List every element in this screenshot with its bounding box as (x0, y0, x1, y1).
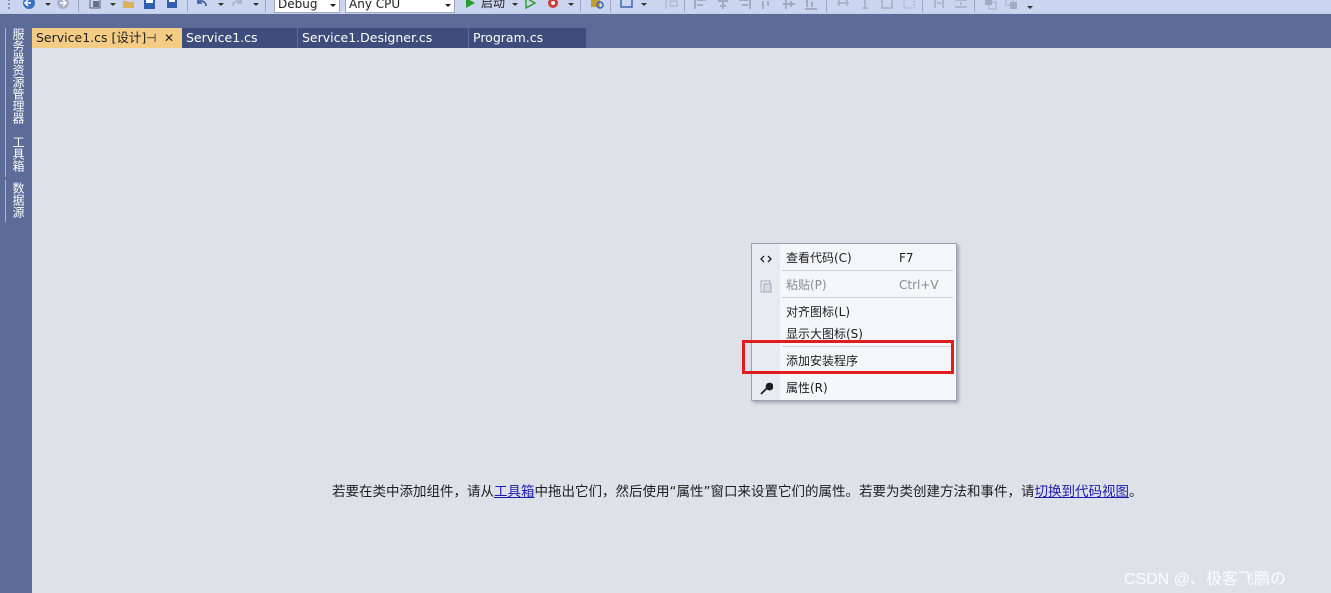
chevron-down-icon (330, 4, 336, 7)
hint-text: 中拖出它们，然后使用“属性”窗口来设置它们的属性。若要为类创建方法和事件，请 (534, 484, 1035, 500)
menu-item-shortcut: Ctrl+V (899, 278, 939, 292)
menu-item-properties[interactable]: 属性(R) (752, 377, 956, 399)
menu-item-label: 对齐图标(L) (786, 305, 851, 319)
chevron-down-icon (445, 4, 451, 7)
forward-icon[interactable] (56, 0, 70, 11)
new-project-dropdown-icon[interactable] (110, 3, 116, 6)
toolbar-separator (610, 0, 611, 12)
make-same-width-icon[interactable] (836, 0, 850, 11)
align-bottoms-icon[interactable] (804, 0, 818, 11)
layout-icon[interactable] (620, 0, 634, 11)
menu-band (0, 14, 1331, 28)
save-all-icon[interactable] (165, 0, 179, 11)
hint-text: 。 (1129, 484, 1143, 500)
start-icon[interactable] (464, 0, 478, 11)
vertical-spacing-icon[interactable] (954, 0, 968, 11)
toolbar-separator (922, 0, 923, 12)
undo-icon[interactable] (195, 0, 209, 11)
code-icon (759, 251, 773, 265)
make-same-size-icon[interactable] (880, 0, 894, 11)
align-to-grid-icon[interactable] (664, 0, 678, 11)
align-rights-icon[interactable] (738, 0, 752, 11)
back-dropdown-icon[interactable] (45, 3, 51, 6)
switch-to-code-view-link[interactable]: 切换到代码视图 (1035, 484, 1130, 500)
platform-select-value: Any CPU (349, 0, 401, 11)
context-menu: 查看代码(C) F7 粘贴(P) Ctrl+V 对齐图标(L) 显示大图标(S)… (751, 243, 957, 401)
save-icon[interactable] (143, 0, 157, 11)
hint-text: 若要在类中添加组件，请从 (332, 484, 494, 500)
tab-label: Service1.cs (186, 30, 258, 45)
tab-service1-design[interactable]: Service1.cs [设计] ⊣ ✕ (32, 28, 182, 48)
back-icon[interactable] (22, 0, 36, 11)
side-tab-data-sources[interactable]: 数据源 (6, 182, 25, 218)
tab-service1-designer-cs[interactable]: Service1.Designer.cs (298, 28, 469, 48)
document-tab-strip: Service1.cs [设计] ⊣ ✕ Service1.cs Service… (32, 28, 1331, 48)
close-icon[interactable]: ✕ (164, 28, 174, 48)
redo-dropdown-icon[interactable] (253, 3, 259, 6)
toolbar-separator (187, 0, 188, 12)
toolbar-separator (826, 0, 827, 12)
start-dropdown-icon[interactable] (512, 3, 518, 6)
designer-hint-text: 若要在类中添加组件，请从工具箱中拖出它们，然后使用“属性”窗口来设置它们的属性。… (332, 484, 1143, 501)
align-centers-icon[interactable] (716, 0, 730, 11)
menu-item-label: 属性(R) (786, 381, 828, 395)
record-icon[interactable] (546, 0, 560, 11)
size-to-grid-icon[interactable] (902, 0, 916, 11)
menu-separator (782, 270, 953, 271)
menu-item-label: 粘贴(P) (786, 278, 827, 292)
side-tab-toolbox[interactable]: 工具箱 (6, 136, 25, 172)
watermark: CSDN @、极客飞鹏の (1124, 571, 1287, 588)
record-dropdown-icon[interactable] (568, 3, 574, 6)
annotation-highlight-box (742, 340, 954, 374)
find-in-files-icon[interactable] (590, 0, 604, 11)
pin-icon[interactable]: ⊣ (146, 28, 156, 48)
toolbar-grip-icon (8, 0, 12, 11)
toolbar-separator (580, 0, 581, 12)
toolbar-overflow-icon[interactable] (1027, 6, 1033, 9)
redo-icon[interactable] (230, 0, 244, 11)
menu-item-label: 查看代码(C) (786, 251, 852, 265)
side-panel-strip: 服务器资源管理器 工具箱 数据源 (0, 14, 32, 593)
platform-select[interactable]: Any CPU (345, 0, 455, 13)
configuration-select[interactable]: Debug (274, 0, 340, 13)
make-same-height-icon[interactable] (858, 0, 872, 11)
toolbox-link[interactable]: 工具箱 (494, 484, 535, 500)
toolbar-separator (78, 0, 79, 12)
tab-label: Program.cs (473, 30, 544, 45)
paste-icon (759, 278, 773, 293)
align-lefts-icon[interactable] (694, 0, 708, 11)
side-tab-server-explorer[interactable]: 服务器资源管理器 (6, 28, 25, 124)
toolbar-separator (974, 0, 975, 12)
tab-label: Service1.cs [设计] (36, 30, 147, 45)
tab-service1-cs[interactable]: Service1.cs (182, 28, 298, 48)
tab-label: Service1.Designer.cs (302, 30, 433, 45)
send-to-back-icon[interactable] (1005, 0, 1019, 11)
configuration-select-value: Debug (278, 0, 318, 11)
new-project-icon[interactable] (89, 0, 103, 11)
menu-separator (782, 297, 953, 298)
wrench-icon (759, 381, 774, 395)
undo-dropdown-icon[interactable] (218, 3, 224, 6)
toolbar-separator (684, 0, 685, 12)
design-surface[interactable] (32, 48, 1331, 593)
start-button-label[interactable]: 启动 (481, 0, 505, 11)
menu-item-paste[interactable]: 粘贴(P) Ctrl+V (752, 274, 956, 296)
tab-program-cs[interactable]: Program.cs (469, 28, 587, 48)
layout-dropdown-icon[interactable] (641, 3, 647, 6)
align-tops-icon[interactable] (760, 0, 774, 11)
horizontal-spacing-icon[interactable] (932, 0, 946, 11)
align-middles-icon[interactable] (782, 0, 796, 11)
main-toolbar: Debug Any CPU 启动 (0, 0, 1331, 14)
open-folder-icon[interactable] (122, 0, 136, 11)
start-without-debugging-icon[interactable] (524, 0, 538, 11)
menu-item-shortcut: F7 (899, 251, 914, 265)
toolbar-separator (265, 0, 266, 12)
bring-to-front-icon[interactable] (984, 0, 998, 11)
menu-item-align-icons[interactable]: 对齐图标(L) (752, 301, 956, 323)
menu-item-view-code[interactable]: 查看代码(C) F7 (752, 247, 956, 269)
